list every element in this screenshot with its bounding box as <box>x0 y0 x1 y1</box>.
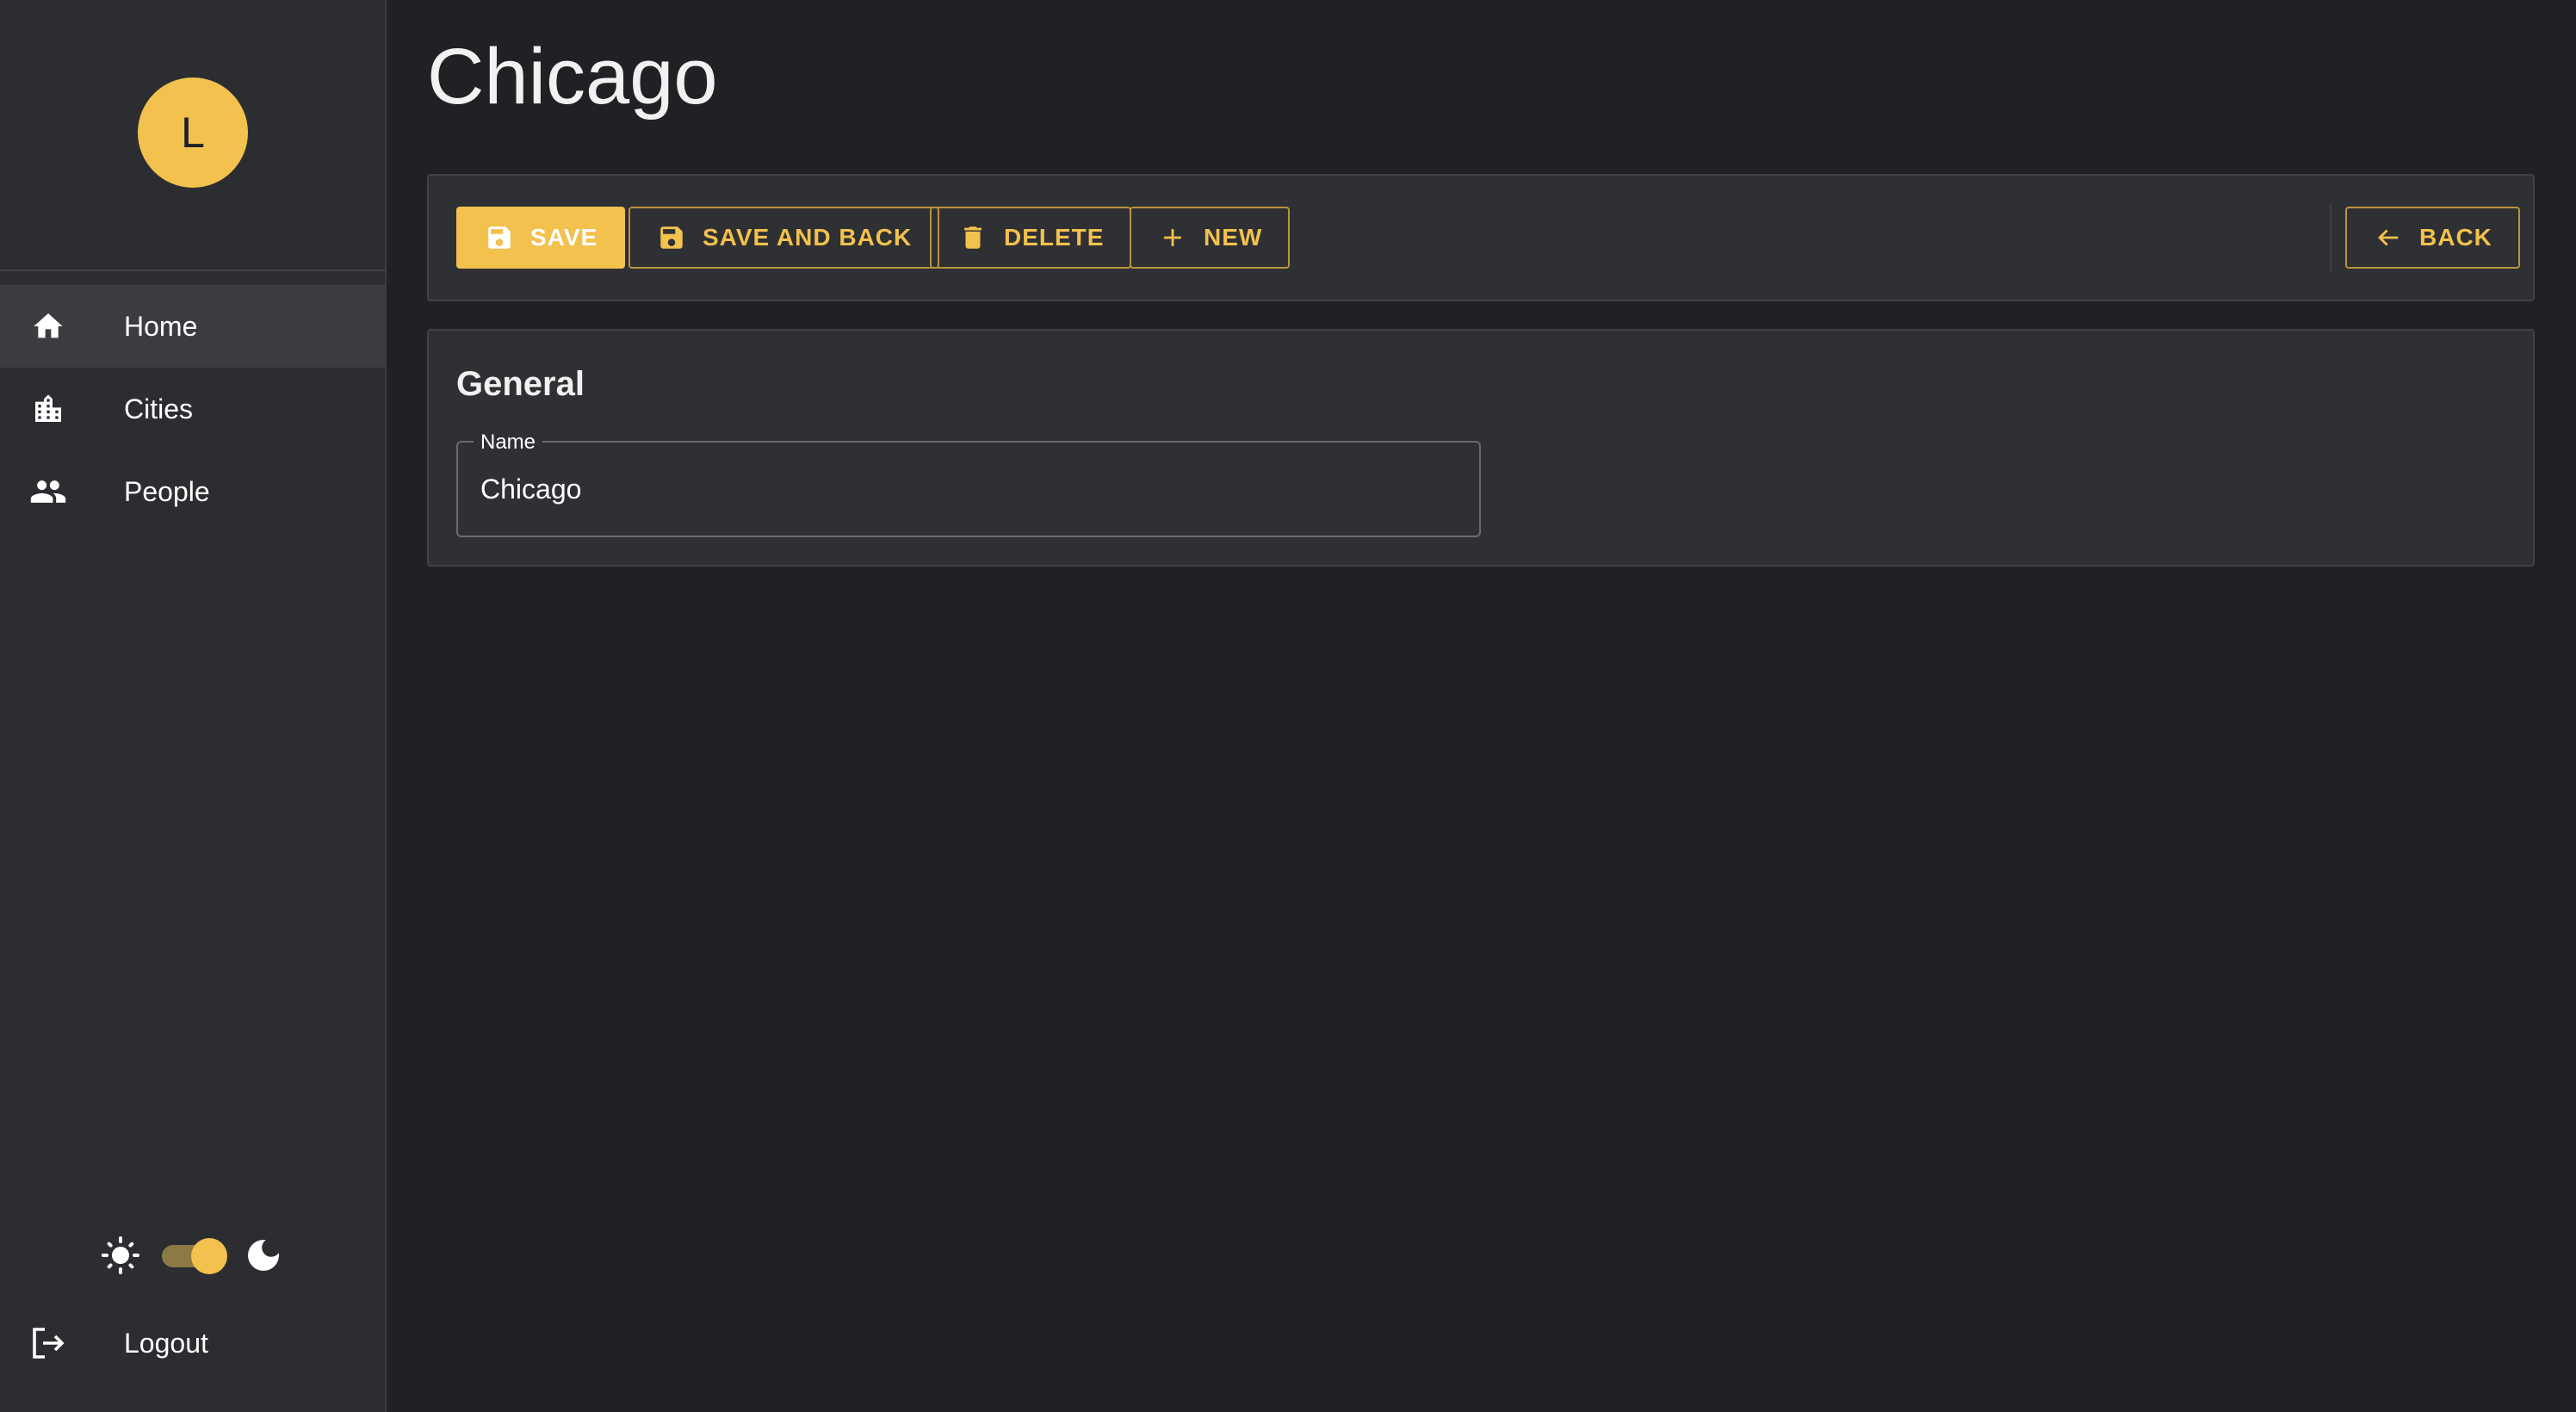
sidebar-item-label: Home <box>124 310 198 342</box>
back-button-label: BACK <box>2419 224 2492 251</box>
save-icon <box>656 222 687 253</box>
sidebar-item-label: People <box>124 475 210 507</box>
plus-icon <box>1157 222 1188 253</box>
name-field-label: Name <box>474 430 543 455</box>
sidebar-item-home[interactable]: Home <box>0 285 387 368</box>
save-button[interactable]: SAVE <box>456 207 626 269</box>
back-button[interactable]: BACK <box>2345 207 2520 269</box>
sun-icon <box>100 1235 141 1276</box>
save-button-label: SAVE <box>530 224 598 251</box>
city-icon <box>28 388 69 430</box>
arrow-left-icon <box>2373 222 2404 253</box>
logout-icon <box>28 1322 69 1364</box>
section-title: General <box>456 365 585 403</box>
theme-switch-thumb <box>191 1238 227 1274</box>
theme-toggle <box>100 1231 289 1279</box>
sidebar-item-cities[interactable]: Cities <box>0 368 387 450</box>
page-title: Chicago <box>427 33 718 121</box>
toolbar-separator <box>2330 203 2331 272</box>
people-icon <box>28 471 69 512</box>
app-root: L Home Cities People Logout Chicago SAVE… <box>0 0 2576 1412</box>
sidebar: L Home Cities People Logout <box>0 0 387 1412</box>
avatar-initial: L <box>181 108 205 157</box>
sidebar-item-label: Cities <box>124 393 194 424</box>
save-icon <box>484 222 515 253</box>
logout-button[interactable]: Logout <box>0 1302 387 1384</box>
new-button-label: NEW <box>1204 224 1263 251</box>
avatar[interactable]: L <box>138 77 248 188</box>
name-input[interactable] <box>480 468 1445 510</box>
general-section: General Name <box>427 329 2535 567</box>
sidebar-item-people[interactable]: People <box>0 450 387 533</box>
save-and-back-button-label: SAVE AND BACK <box>703 224 913 251</box>
moon-icon <box>243 1235 284 1276</box>
delete-button[interactable]: DELETE <box>930 207 1132 269</box>
logout-label: Logout <box>124 1327 208 1359</box>
delete-button-label: DELETE <box>1004 224 1105 251</box>
save-and-back-button[interactable]: SAVE AND BACK <box>629 207 940 269</box>
theme-switch[interactable] <box>162 1238 227 1274</box>
toolbar: SAVE SAVE AND BACK DELETE NEW BACK <box>427 174 2535 301</box>
name-field: Name <box>456 430 1481 537</box>
trash-icon <box>957 222 988 253</box>
new-button[interactable]: NEW <box>1130 207 1291 269</box>
home-icon <box>28 306 69 347</box>
sidebar-divider <box>0 269 387 271</box>
